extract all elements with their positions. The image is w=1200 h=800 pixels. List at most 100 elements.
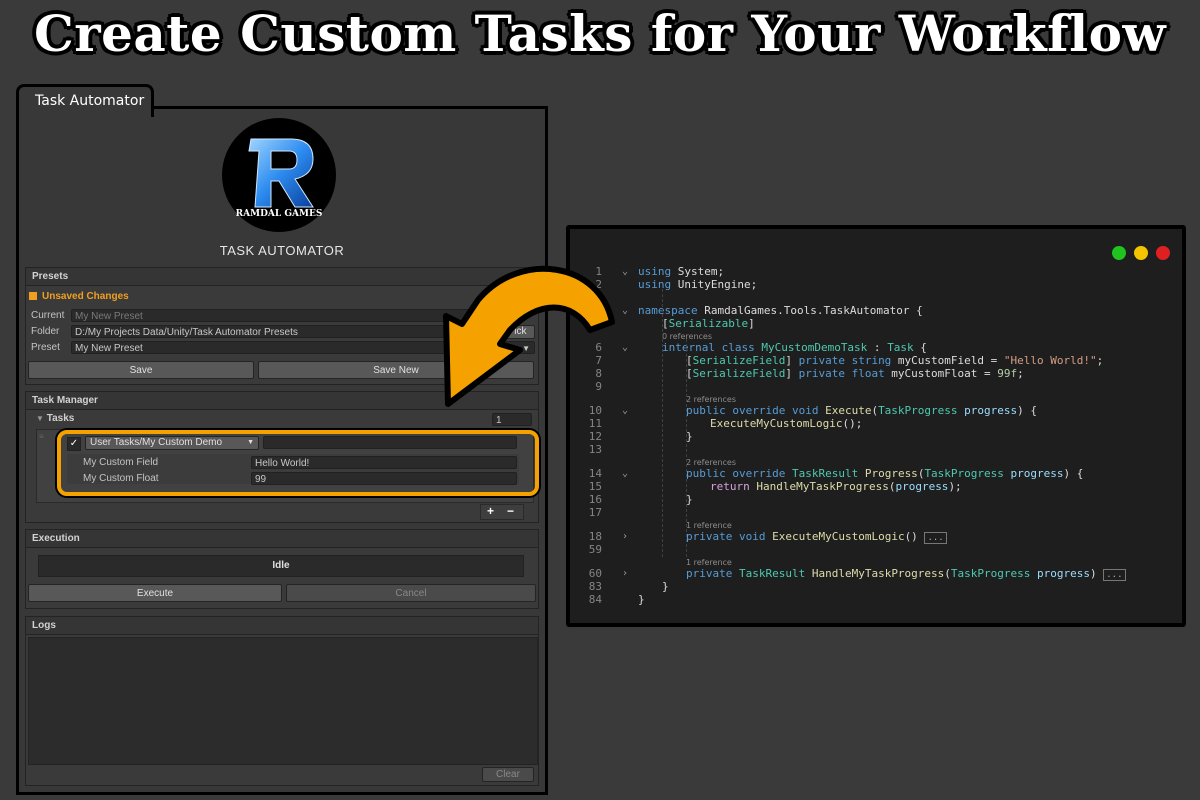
preset-label: Preset [31,342,60,353]
code-text[interactable]: using UnityEngine; [638,278,757,291]
code-line: 83} [570,580,1182,593]
unsaved-indicator-icon [29,292,37,300]
custom-float-label: My Custom Float [83,473,159,484]
line-number: 15 [588,480,602,493]
line-number: 1 [595,265,602,278]
tab-label: Task Automator [35,93,145,109]
custom-float-input[interactable]: 99 [251,472,517,485]
code-line: 84} [570,593,1182,606]
code-text[interactable]: ExecuteMyCustomLogic(); [710,417,862,430]
headline: Create Custom Tasks for Your Workflow [33,4,1167,63]
line-number: 6 [595,341,602,354]
folder-label: Folder [31,326,60,337]
line-number: 11 [588,417,602,430]
line-number: 14 [588,467,602,480]
pick-button[interactable]: Pick [499,325,535,339]
task-automator-window: RAMDAL GAMES TASK AUTOMATOR Presets Unsa… [16,106,548,795]
save-button[interactable]: Save [28,361,254,379]
task-name-field[interactable] [263,436,517,449]
tasks-foldout[interactable]: ▼ Tasks [36,413,74,424]
code-text[interactable]: [SerializeField] private string myCustom… [686,354,1103,367]
line-number: 13 [588,443,602,456]
line-number: 7 [595,354,602,367]
line-number: 2 [595,278,602,291]
code-text[interactable]: } [662,580,669,593]
list-controls: + − [480,504,524,520]
line-number: 3 [595,291,602,304]
line-number: 10 [588,404,602,417]
cancel-button[interactable]: Cancel [286,584,536,602]
tasks-label: Tasks [46,413,75,424]
presets-section: Presets Unsaved Changes Current My New P… [25,267,539,385]
tasks-count-field[interactable]: 1 [492,413,532,426]
window-tab[interactable]: Task Automator [16,84,154,117]
add-task-button[interactable]: + [487,505,494,518]
chevron-down-icon: ▼ [247,439,254,446]
line-number: 59 [588,543,602,556]
code-line: 60 › private TaskResult HandleMyTaskProgre… [570,567,1182,581]
unsaved-label: Unsaved Changes [42,291,129,302]
task-list: ≡ ✓ User Tasks/My Custom Demo ▼ My Custom… [36,429,539,503]
task-type-value: User Tasks/My Custom Demo [90,437,223,448]
code-text[interactable]: [SerializeField] private float myCustomF… [686,367,1024,380]
line-number: 60 [588,567,602,580]
line-number: 9 [595,380,602,393]
code-text[interactable]: } [638,593,645,606]
fold-open-icon[interactable]: ⌄ [622,467,628,480]
task-type-dropdown[interactable]: User Tasks/My Custom Demo ▼ [85,436,259,450]
code-text[interactable]: [Serializable] [662,317,755,330]
fold-open-icon[interactable]: ⌄ [622,404,628,417]
fold-open-icon[interactable]: ⌄ [622,265,628,278]
line-number: 17 [588,506,602,519]
maximize-button[interactable] [1112,246,1126,260]
current-preset-field[interactable]: My New Preset [71,309,495,322]
drag-handle-icon[interactable]: ≡ [39,432,44,441]
code-line: 1 ⌄ using System; [570,265,1182,278]
task-manager-section: Task Manager ▼ Tasks 1 ≡ ✓ User Tasks/My… [25,391,539,523]
code-text[interactable]: internal class MyCustomDemoTask : Task { [662,341,927,354]
close-button[interactable] [1156,246,1170,260]
line-number: 12 [588,430,602,443]
logs-area[interactable] [28,637,538,765]
indent-guide [662,289,663,557]
fold-open-icon[interactable]: ⌄ [622,341,628,354]
execution-section: Execution Idle Execute Cancel [25,529,539,609]
custom-field-label: My Custom Field [83,457,159,468]
code-text[interactable]: public override TaskResult Progress(Task… [686,467,1083,480]
logo-text: RAMDAL GAMES [236,209,323,219]
triangle-down-icon: ▼ [36,414,44,423]
line-number: 16 [588,493,602,506]
chevron-down-icon: ▼ [522,344,530,353]
preset-dropdown-value: My New Preset [75,343,143,354]
unsaved-changes: Unsaved Changes [29,291,129,302]
fold-closed-icon[interactable]: › [622,530,628,543]
task-enabled-checkbox[interactable]: ✓ [67,437,81,451]
code-text[interactable]: return HandleMyTaskProgress(progress); [710,480,962,493]
folder-field[interactable]: D:/My Projects Data/Unity/Task Automator… [71,325,495,338]
line-number: 84 [588,593,602,606]
line-number: 8 [595,367,602,380]
remove-task-button[interactable]: − [507,505,514,518]
line-number: 18 [588,530,602,543]
logs-header: Logs [26,617,538,635]
save-new-button[interactable]: Save New [258,361,534,379]
code-editor-window: 1 ⌄ using System; 2 using UnityEngine; 3 4 ⌄ nam… [566,225,1186,627]
logs-section: Logs Clear [25,616,539,786]
clear-button[interactable]: Clear [482,767,534,782]
code-lens: 1 reference [570,556,1182,567]
preset-dropdown[interactable]: My New Preset ▼ [71,341,535,354]
execute-button[interactable]: Execute [28,584,282,602]
indent-guide [686,339,687,557]
ramdal-games-logo: RAMDAL GAMES [221,117,337,233]
line-number: 5 [595,317,602,330]
execution-header: Execution [26,530,538,548]
fold-closed-icon[interactable]: › [622,567,628,580]
code-text[interactable]: namespace RamdalGames.Tools.TaskAutomato… [638,304,923,317]
code-text[interactable]: public override void Execute(TaskProgres… [686,404,1037,417]
code-text[interactable]: using System; [638,265,724,278]
line-number: 83 [588,580,602,593]
fold-open-icon[interactable]: ⌄ [622,304,628,317]
minimize-button[interactable] [1134,246,1148,260]
status-bar: Idle [38,555,524,577]
custom-field-input[interactable]: Hello World! [251,456,517,469]
